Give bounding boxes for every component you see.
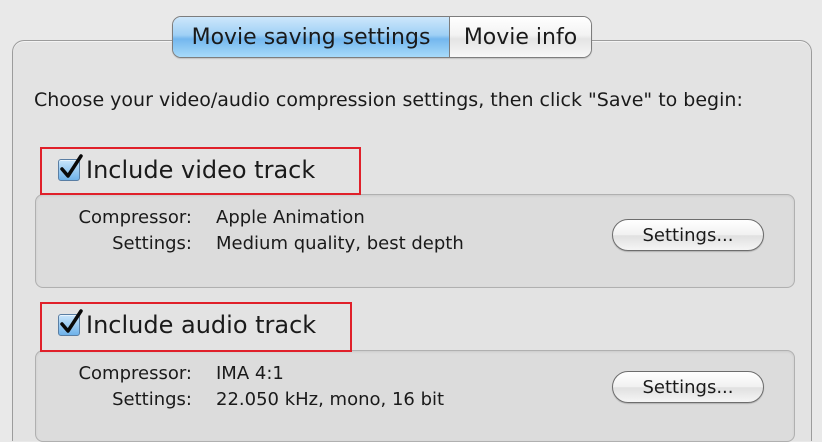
audio-settings-label: Settings: — [112, 389, 192, 410]
audio-info-grid: Compressor: IMA 4:1 Settings: 22.050 kHz… — [58, 363, 444, 411]
instruction-text: Choose your video/audio compression sett… — [34, 89, 743, 111]
tab-bar: Movie saving settings Movie info — [172, 16, 592, 58]
video-settings-label: Settings: — [112, 233, 192, 254]
tab-movie-info[interactable]: Movie info — [450, 17, 591, 57]
checkmark-icon[interactable] — [58, 154, 83, 181]
video-settings-button[interactable]: Settings... — [612, 219, 764, 251]
audio-compressor-value: IMA 4:1 — [216, 363, 284, 384]
audio-settings-button[interactable]: Settings... — [612, 371, 764, 403]
checkmark-icon[interactable] — [58, 309, 83, 336]
include-video-track-checkbox[interactable]: Include video track — [58, 154, 316, 184]
audio-settings-group: Compressor: IMA 4:1 Settings: 22.050 kHz… — [35, 350, 795, 442]
video-compressor-value: Apple Animation — [216, 207, 365, 228]
audio-compressor-label: Compressor: — [78, 363, 192, 384]
video-info-grid: Compressor: Apple Animation Settings: Me… — [58, 207, 464, 255]
include-audio-track-checkbox[interactable]: Include audio track — [58, 309, 317, 339]
tab-movie-saving-settings[interactable]: Movie saving settings — [173, 17, 450, 57]
include-audio-track-label: Include audio track — [86, 311, 317, 339]
include-video-track-label: Include video track — [86, 156, 316, 184]
video-settings-value: Medium quality, best depth — [216, 233, 464, 254]
audio-settings-value: 22.050 kHz, mono, 16 bit — [216, 389, 445, 410]
video-compressor-label: Compressor: — [78, 207, 192, 228]
video-settings-group: Compressor: Apple Animation Settings: Me… — [35, 194, 795, 288]
